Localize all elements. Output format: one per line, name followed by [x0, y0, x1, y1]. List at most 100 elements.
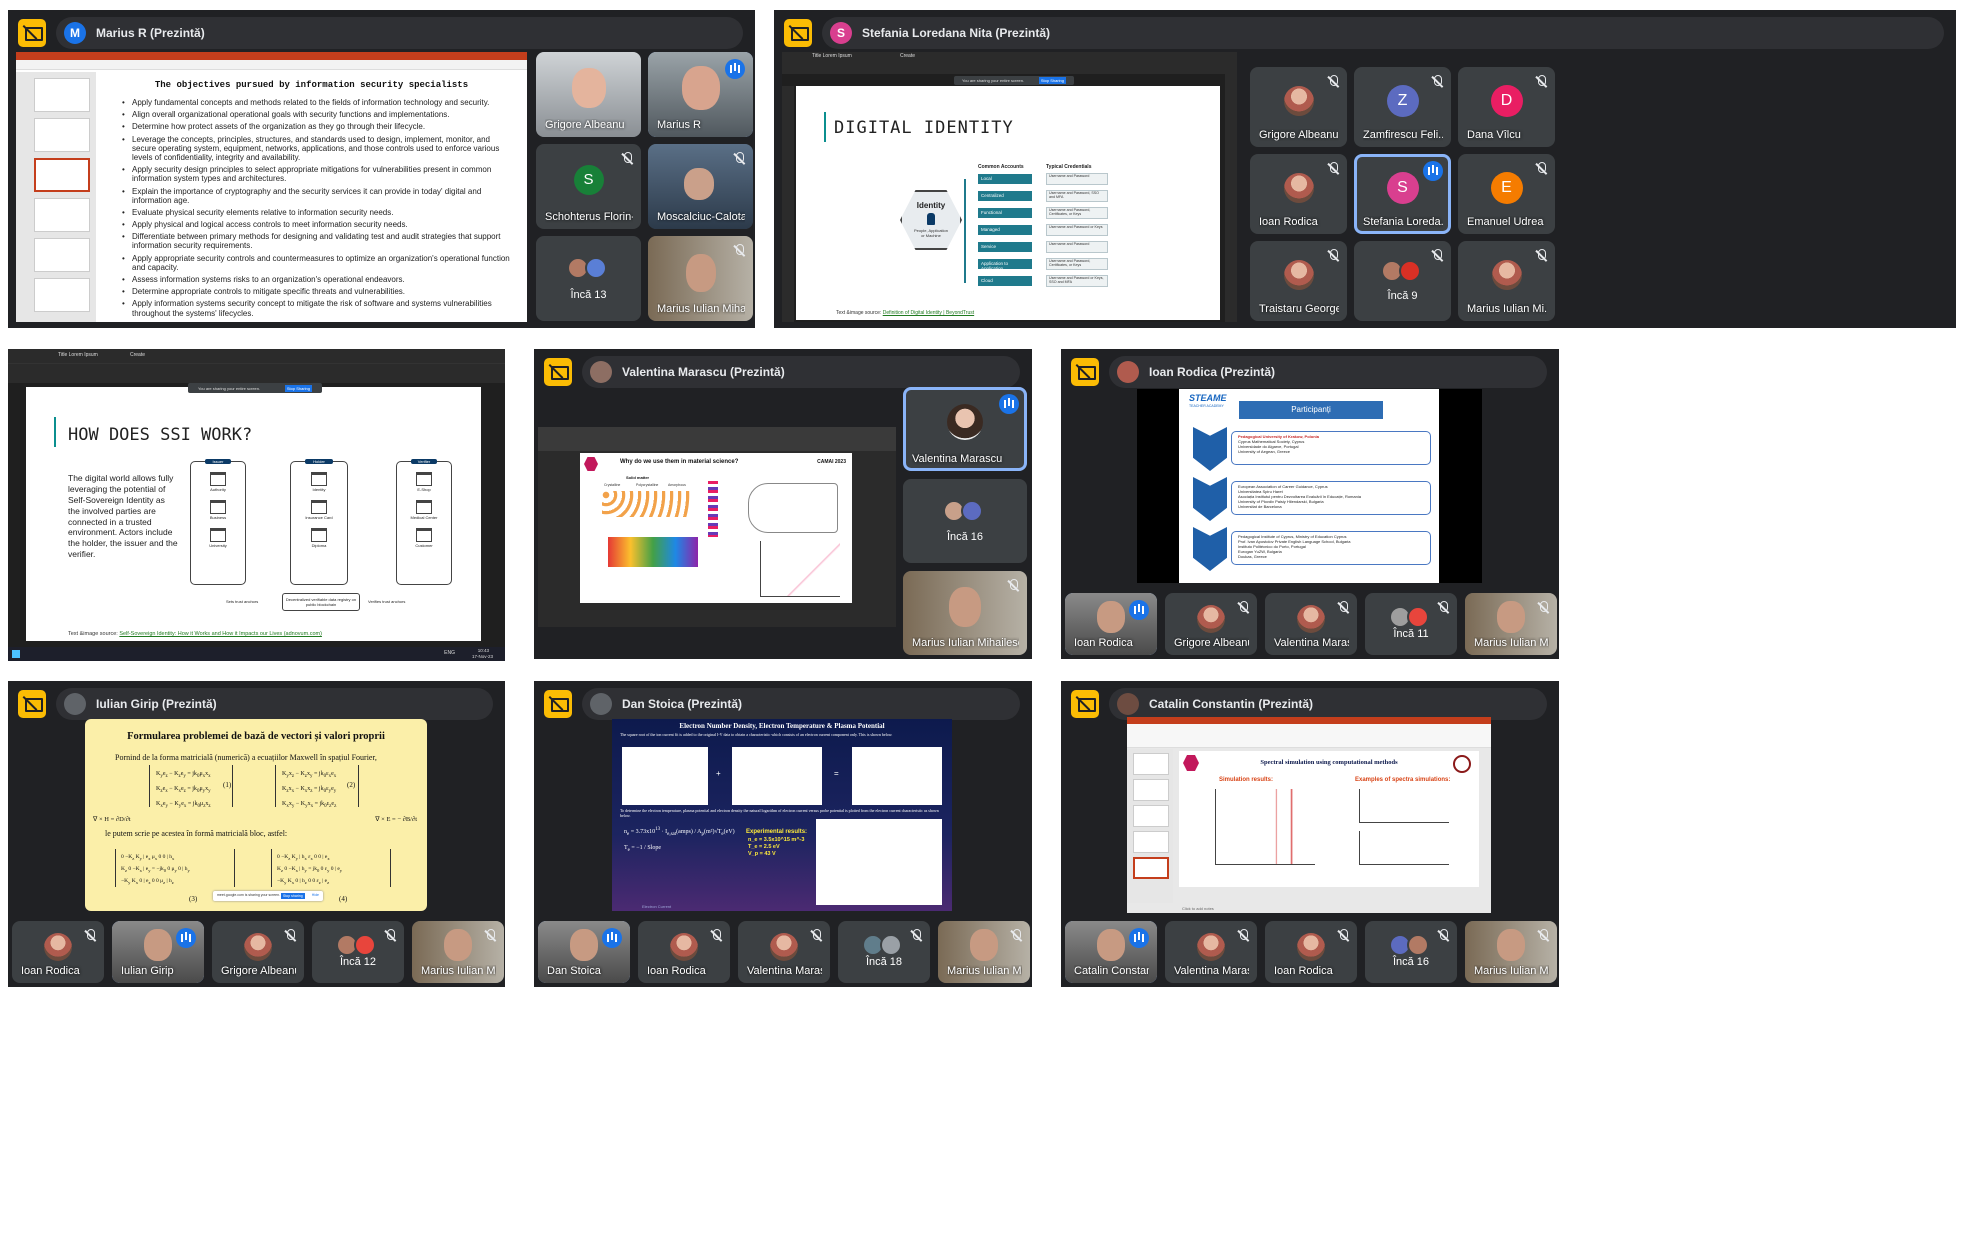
panel-catalin-constantin: Catalin Constantin (Prezintă) Spectral s… — [1061, 681, 1559, 987]
tile-participant[interactable]: Încă 16 — [1365, 921, 1457, 983]
tile-participant[interactable]: Iulian Girip — [112, 921, 204, 983]
tile-marius-iulian[interactable]: Marius Iulian Mihailescu — [903, 571, 1027, 655]
tile-participant[interactable]: Valentina Marascu — [1265, 593, 1357, 655]
avatar — [1491, 259, 1522, 290]
tile-participant[interactable]: Ioan Rodica — [12, 921, 104, 983]
tile-participant[interactable]: Valentina Marascu — [738, 921, 830, 983]
tile-name: Ioan Rodica — [1274, 965, 1333, 977]
formula-ne: ne = 3.73x1013 · Ie,sat(amps) / Ap(m²)√T… — [624, 827, 735, 838]
tile-participant[interactable]: Marius Iulian Mih... — [412, 921, 504, 983]
stop-sharing-button[interactable]: Stop Sharing — [284, 385, 312, 392]
tile-name: Încă 12 — [339, 956, 377, 969]
tile-participant[interactable]: Catalin Constantin — [1065, 921, 1157, 983]
participant-group: European Association of Career Guidance,… — [1231, 481, 1431, 515]
presentation-icon[interactable] — [784, 19, 812, 47]
plus-sign: + — [716, 769, 721, 778]
tile-participant[interactable]: Ioan Rodica — [1250, 154, 1347, 234]
tile-participant[interactable]: Încă 11 — [1365, 593, 1457, 655]
tile-participant[interactable]: D Dana Vîlcu — [1458, 67, 1555, 147]
tile-marius-iulian[interactable]: Marius Iulian Mihail... — [648, 236, 753, 321]
taskbar-date[interactable]: 17-Nov-23 — [472, 654, 493, 659]
curl-eq-left: ∇ × H = ∂D/∂t — [93, 816, 131, 823]
more-avatars — [336, 933, 376, 956]
tile-participant[interactable]: Ioan Rodica — [638, 921, 730, 983]
panel-valentina-marascu: Valentina Marascu (Prezintă) Why do we u… — [534, 349, 1032, 659]
tile-participant[interactable]: Grigore Albeanu — [212, 921, 304, 983]
participant-group: Pedagogical Institute of Cyprus, Ministr… — [1231, 531, 1431, 565]
presentation-icon[interactable] — [1071, 690, 1099, 718]
tile-participant[interactable]: Marius Iulian Mi... — [1458, 241, 1555, 321]
speaking-indicator-icon — [725, 59, 745, 79]
tile-schohterus[interactable]: S Schohterus Florin-... — [536, 144, 641, 229]
tile-participant[interactable]: Traistaru George — [1250, 241, 1347, 321]
tile-more-participants[interactable]: Încă 13 — [536, 236, 641, 321]
presentation-icon[interactable] — [544, 690, 572, 718]
tile-participant[interactable]: Încă 12 — [312, 921, 404, 983]
spectra-sample-1 — [1359, 789, 1449, 823]
tile-name: Grigore Albeanu — [221, 965, 296, 977]
tile-participant[interactable]: Dan Stoica — [538, 921, 630, 983]
tile-participant[interactable]: Ioan Rodica — [1065, 593, 1157, 655]
presenter-name: Valentina Marascu (Prezintă) — [622, 365, 785, 379]
eq-number-1: (1) — [223, 781, 232, 789]
column-diagram — [708, 481, 718, 537]
browser-tabbar: Title Lorem Ipsum Create — [8, 349, 505, 363]
new-tab[interactable]: Create — [130, 352, 145, 358]
mic-off-icon — [1537, 601, 1549, 615]
presentation-icon[interactable] — [18, 19, 46, 47]
tile-participant[interactable]: Valentina Marascu — [1165, 921, 1257, 983]
tile-moscalciuc[interactable]: Moscalciuc-Calota ... — [648, 144, 753, 229]
slide-bullet: Apply appropriate security controls and … — [122, 254, 511, 272]
tile-name: Zamfirescu Feli... — [1363, 129, 1443, 141]
speaking-indicator-icon — [176, 928, 196, 948]
tile-participant[interactable]: Ioan Rodica — [1265, 921, 1357, 983]
slide-title: The objectives pursued by information se… — [154, 80, 469, 90]
presentation-icon[interactable] — [544, 358, 572, 386]
presentation-icon[interactable] — [18, 690, 46, 718]
tile-participant[interactable]: E Emanuel Udrea — [1458, 154, 1555, 234]
taskbar-clock[interactable]: 10:43 — [478, 648, 489, 653]
account-row: Cloud — [978, 276, 1032, 286]
tile-grigore-albeanu[interactable]: Grigore Albeanu — [536, 52, 641, 137]
hide-button[interactable]: Hide — [312, 893, 319, 897]
tile-participant[interactable]: Marius Iulian Mih... — [1465, 593, 1557, 655]
building-icon — [210, 472, 226, 486]
tile-participant[interactable]: Marius Iulian Mih... — [938, 921, 1030, 983]
registry-box: Decentralized verifiable data registry o… — [282, 593, 360, 611]
mic-off-icon — [1535, 75, 1547, 89]
taskbar-lang[interactable]: ENG — [444, 650, 455, 656]
tile-name: Marius Iulian Mihailescu — [912, 637, 1019, 649]
browser-tab[interactable]: Title Lorem Ipsum — [58, 352, 98, 358]
account-row: Functional — [978, 208, 1032, 218]
stop-sharing-button[interactable]: Stop sharing — [281, 892, 305, 899]
person-icon — [927, 213, 935, 225]
mic-off-icon — [810, 929, 822, 943]
tile-more-participants[interactable]: Încă 16 — [903, 479, 1027, 563]
browser-tab[interactable]: Title Lorem Ipsum — [812, 53, 852, 59]
source-link[interactable]: Definition of Digital Identity | BeyondT… — [883, 310, 974, 316]
mic-off-icon — [621, 152, 633, 166]
ppt-ribbon — [16, 60, 527, 70]
new-tab[interactable]: Create — [900, 53, 915, 59]
presentation-icon[interactable] — [1071, 358, 1099, 386]
tile-name: Grigore Albeanu — [545, 119, 625, 131]
tile-name: Ioan Rodica — [647, 965, 706, 977]
tile-marius-r[interactable]: Marius R — [648, 52, 753, 137]
notes-pane[interactable]: Click to add notes — [1179, 903, 1479, 913]
matter-label: Polycrystalline — [636, 483, 659, 487]
tile-participant[interactable]: Grigore Albeanu — [1250, 67, 1347, 147]
mic-off-icon — [710, 929, 722, 943]
tile-participant[interactable]: Încă 9 — [1354, 241, 1451, 321]
tile-participant[interactable]: Marius Iulian Mih... — [1465, 921, 1557, 983]
tile-name: Dan Stoica — [547, 965, 601, 977]
tile-participant[interactable]: Z Zamfirescu Feli... — [1354, 67, 1451, 147]
source-link[interactable]: Self-Sovereign Identity: How it Works an… — [119, 631, 322, 637]
tile-participant[interactable]: Grigore Albeanu — [1165, 593, 1257, 655]
tile-participant[interactable]: S Stefania Loreda... — [1354, 154, 1451, 234]
tile-participant[interactable]: Încă 18 — [838, 921, 930, 983]
start-icon[interactable] — [12, 650, 20, 658]
slide-page: Spectral simulation using computational … — [1179, 751, 1479, 887]
stop-sharing-button[interactable]: Stop Sharing — [1038, 77, 1066, 84]
more-count: Încă 16 — [946, 530, 984, 543]
tile-valentina-marascu[interactable]: Valentina Marascu — [903, 387, 1027, 471]
